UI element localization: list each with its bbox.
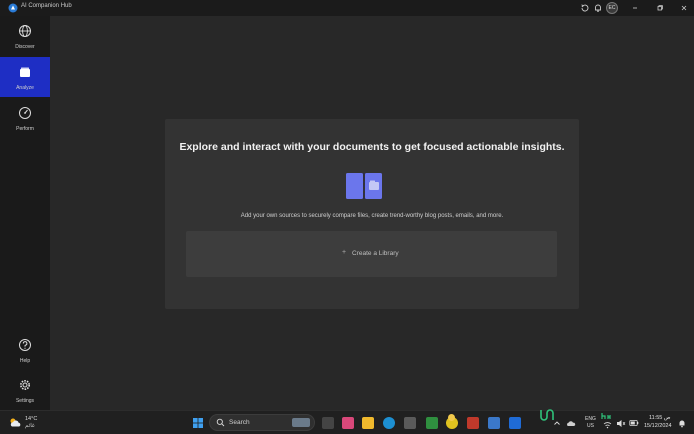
- title-bar: AI Companion Hub EC: [0, 0, 694, 16]
- sidebar-item-label: Help: [19, 358, 31, 364]
- sidebar-item-label: Settings: [15, 398, 35, 404]
- clock-time[interactable]: 11:55 ص: [649, 415, 671, 421]
- book-icon: [346, 173, 382, 199]
- search-highlight-image: [292, 418, 310, 427]
- weather-condition: غائم: [25, 423, 35, 429]
- user-avatar[interactable]: EC: [606, 2, 618, 14]
- store-icon[interactable]: [404, 417, 416, 429]
- notification-badge-icon: [448, 414, 455, 421]
- sidebar: Discover Analyze Perform Help Settings: [0, 16, 50, 410]
- mcafee-icon[interactable]: [467, 417, 479, 429]
- sidebar-item-label: Discover: [15, 44, 35, 50]
- create-library-label: Create a Library: [352, 250, 399, 257]
- copilot-icon[interactable]: [342, 417, 354, 429]
- sidebar-item-help[interactable]: Help: [0, 330, 50, 370]
- create-library-button[interactable]: + Create a Library: [186, 231, 557, 277]
- sidebar-item-discover[interactable]: Discover: [0, 16, 50, 56]
- restore-icon[interactable]: [655, 3, 665, 13]
- sidebar-item-settings[interactable]: Settings: [0, 370, 50, 410]
- battery-icon[interactable]: [629, 419, 639, 427]
- library-card: Explore and interact with your documents…: [165, 119, 579, 309]
- edge-browser-icon[interactable]: [383, 417, 395, 429]
- card-description: Add your own sources to securely compare…: [240, 213, 504, 219]
- keyboard-layout-indicator[interactable]: US: [587, 423, 594, 429]
- close-icon[interactable]: [679, 3, 689, 13]
- app-title: AI Companion Hub: [21, 3, 72, 9]
- history-icon[interactable]: [580, 3, 590, 13]
- gear-icon: [20, 380, 30, 390]
- windows-start-icon[interactable]: [192, 417, 204, 429]
- sidebar-item-label: Perform: [16, 126, 34, 132]
- wifi-icon[interactable]: [603, 421, 612, 429]
- minimize-icon[interactable]: [630, 3, 640, 13]
- plus-icon: +: [342, 249, 347, 256]
- file-explorer-icon[interactable]: [362, 417, 374, 429]
- clock-date[interactable]: 15/12/2024: [644, 423, 672, 429]
- outlook-icon[interactable]: [509, 417, 521, 429]
- folder-icon: [20, 67, 30, 77]
- page-title: Explore and interact with your documents…: [179, 141, 565, 153]
- cloud-icon[interactable]: [9, 417, 22, 428]
- task-view-icon[interactable]: [322, 417, 334, 429]
- notification-bell-icon[interactable]: [678, 419, 686, 428]
- onedrive-icon[interactable]: [566, 419, 576, 428]
- main-content: Explore and interact with your documents…: [50, 16, 694, 410]
- help-icon: [19, 339, 31, 351]
- ai-hub-app-icon[interactable]: [488, 417, 500, 429]
- volume-muted-icon[interactable]: [616, 419, 626, 428]
- chevron-up-icon[interactable]: [553, 419, 561, 427]
- search-icon: [216, 418, 225, 427]
- app-logo-icon: [8, 3, 18, 13]
- sidebar-item-label: Analyze: [16, 85, 34, 91]
- gauge-icon: [19, 107, 31, 119]
- language-indicator[interactable]: ENG: [585, 416, 596, 422]
- weather-temperature: 14°C: [25, 416, 38, 422]
- bell-icon[interactable]: [593, 3, 603, 13]
- globe-icon: [19, 25, 31, 37]
- taskbar: 14°C غائم Search ENG US 11:55 ص 15/12/20…: [0, 409, 694, 434]
- sidebar-item-analyze[interactable]: Analyze: [0, 57, 50, 97]
- search-placeholder: Search: [229, 419, 250, 426]
- excel-icon[interactable]: [426, 417, 438, 429]
- sidebar-item-perform[interactable]: Perform: [0, 98, 50, 138]
- taskbar-search[interactable]: Search: [209, 414, 315, 431]
